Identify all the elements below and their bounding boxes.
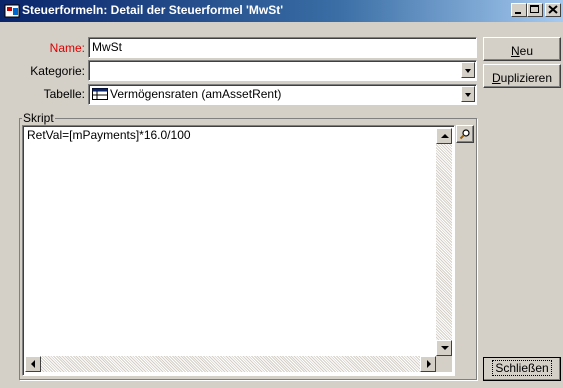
scroll-right-button[interactable] <box>420 356 436 372</box>
search-button[interactable] <box>456 125 474 143</box>
duplizieren-button[interactable]: Duplizieren <box>483 64 561 88</box>
name-label: Name: <box>49 41 85 55</box>
schliessen-button[interactable]: Schließen <box>483 357 561 381</box>
search-icon <box>459 129 470 140</box>
neu-accelerator: N <box>510 44 520 58</box>
tabelle-value: Vermögensraten (amAssetRent) <box>110 87 282 101</box>
maximize-icon <box>530 5 539 13</box>
scroll-corner <box>436 356 452 372</box>
vertical-scrollbar[interactable] <box>436 128 452 356</box>
window-title: Steuerformeln: Detail der Steuerformel '… <box>22 3 284 17</box>
kategorie-select[interactable] <box>88 60 477 81</box>
name-field[interactable]: MwSt <box>88 37 477 58</box>
steuerformel-window: Steuerformeln: Detail der Steuerformel '… <box>0 0 563 388</box>
kategorie-dropdown-button[interactable] <box>461 62 475 78</box>
scroll-left-button[interactable] <box>25 356 41 372</box>
close-button[interactable] <box>545 3 561 17</box>
horizontal-scrollbar[interactable] <box>25 356 436 372</box>
close-icon <box>548 5 558 14</box>
skript-legend: Skript <box>22 111 55 125</box>
schliessen-label: Schließen <box>492 360 552 376</box>
scroll-down-button[interactable] <box>436 340 452 356</box>
maximize-button[interactable] <box>527 3 543 17</box>
tabelle-dropdown-button[interactable] <box>461 86 475 102</box>
neu-label-rest: eu <box>519 44 534 58</box>
script-content: RetVal=[mPayments]*16.0/100 <box>27 128 191 142</box>
minimize-icon <box>515 12 521 14</box>
scroll-up-button[interactable] <box>436 128 452 144</box>
neu-button[interactable]: Neu <box>483 37 561 61</box>
tabelle-select[interactable]: Vermögensraten (amAssetRent) <box>88 84 477 105</box>
table-icon <box>92 88 108 100</box>
title-bar[interactable]: Steuerformeln: Detail der Steuerformel '… <box>0 0 563 22</box>
app-icon <box>4 4 20 18</box>
kategorie-label: Kategorie: <box>30 64 85 78</box>
name-value: MwSt <box>92 40 122 54</box>
tabelle-label: Tabelle: <box>43 87 85 101</box>
script-editor[interactable]: RetVal=[mPayments]*16.0/100 <box>22 125 455 376</box>
minimize-button[interactable] <box>511 3 527 17</box>
duplizieren-accelerator: D <box>491 71 501 85</box>
duplizieren-label-rest: uplizieren <box>500 71 553 85</box>
